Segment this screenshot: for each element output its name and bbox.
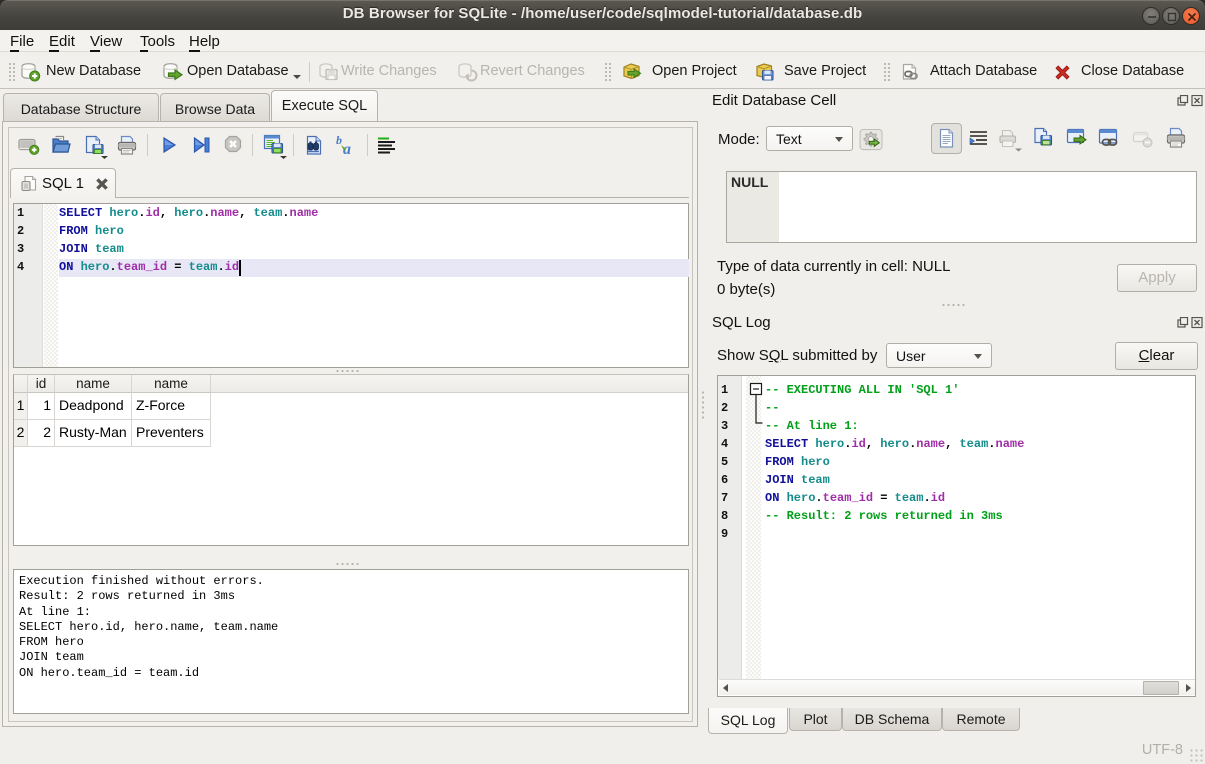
svg-text:b: b xyxy=(336,134,342,147)
